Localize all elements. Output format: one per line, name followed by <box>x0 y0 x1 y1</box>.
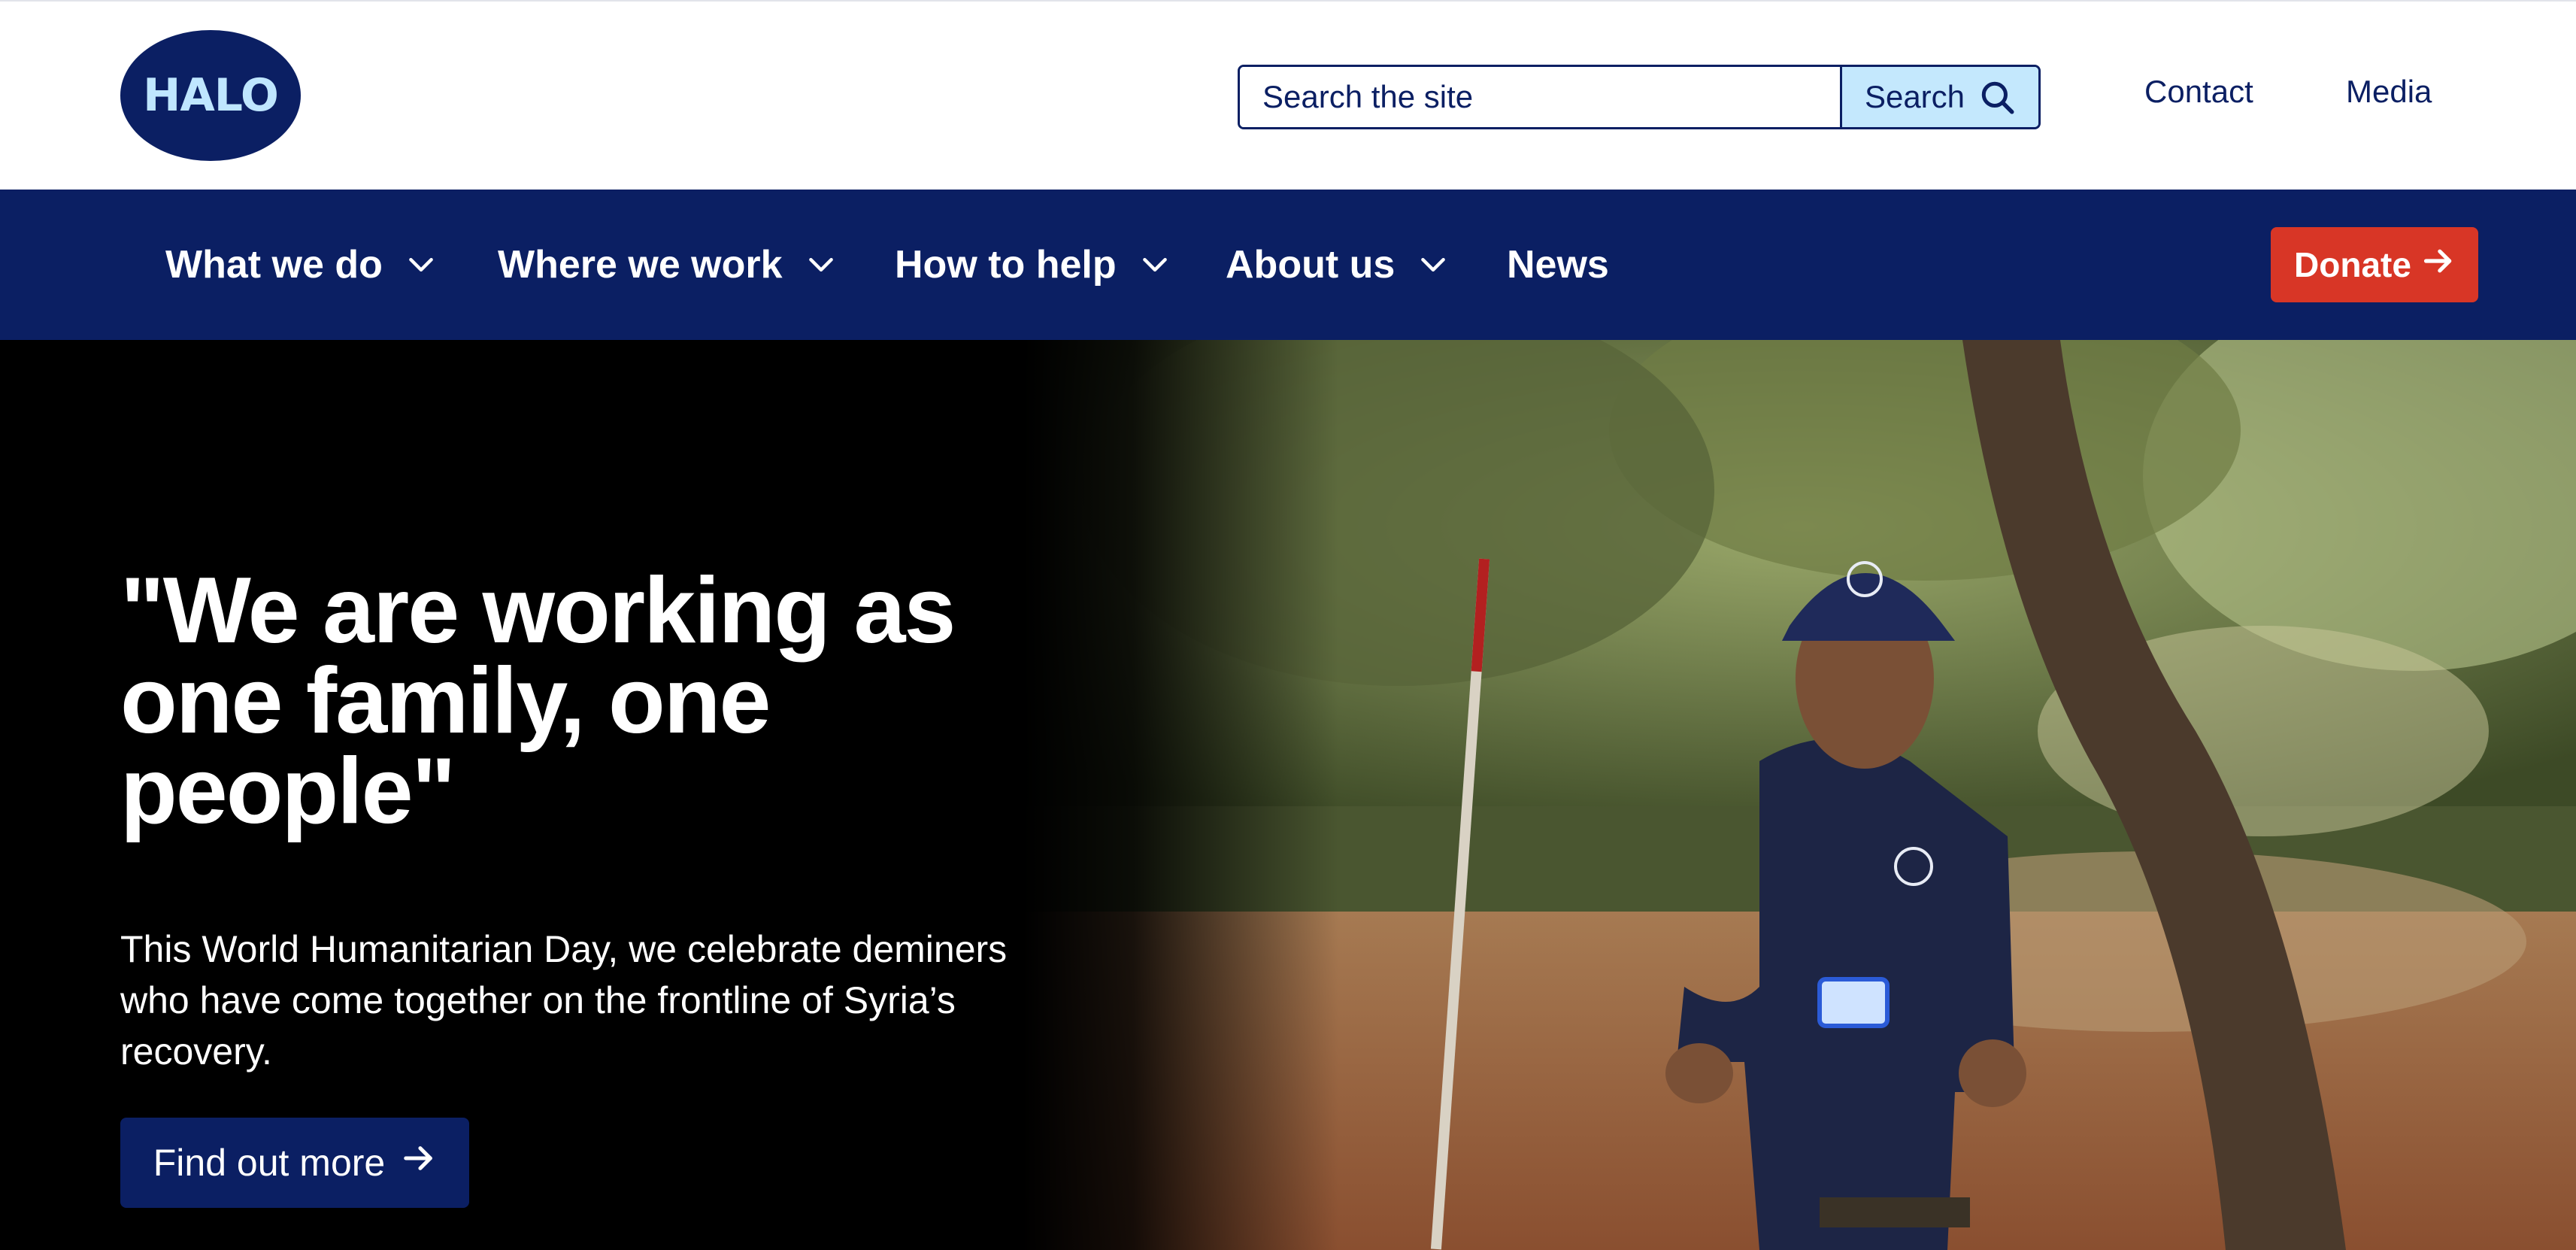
chevron-down-icon <box>1420 256 1446 273</box>
halo-logo[interactable]: HALO <box>120 30 301 161</box>
search-input[interactable] <box>1240 67 1840 127</box>
chevron-down-icon <box>408 256 434 273</box>
hero-banner: "We are working as one family, one peopl… <box>0 340 2576 1250</box>
media-link[interactable]: Media <box>2346 74 2432 110</box>
search-button-label: Search <box>1864 79 1965 114</box>
donate-label: Donate <box>2294 245 2411 284</box>
nav-item-label: How to help <box>895 243 1117 287</box>
arrow-right-icon <box>402 1141 436 1185</box>
logo-text: HALO <box>143 69 279 122</box>
nav-item-how-to-help[interactable]: How to help <box>895 190 1168 340</box>
nav-item-what-we-do[interactable]: What we do <box>165 190 434 340</box>
chevron-down-icon <box>808 256 834 273</box>
site-search: Search <box>1238 65 2041 129</box>
search-button[interactable]: Search <box>1840 67 2038 127</box>
chevron-down-icon <box>1142 256 1168 273</box>
contact-link[interactable]: Contact <box>2144 74 2253 110</box>
nav-item-label: News <box>1507 243 1609 287</box>
cta-label: Find out more <box>153 1142 386 1184</box>
arrow-right-icon <box>2422 244 2455 286</box>
nav-item-news[interactable]: News <box>1507 190 1609 340</box>
nav-item-about-us[interactable]: About us <box>1226 190 1446 340</box>
nav-item-label: What we do <box>165 243 383 287</box>
donate-button[interactable]: Donate <box>2271 227 2478 302</box>
hero-body: This World Humanitarian Day, we celebrat… <box>120 928 1008 1073</box>
top-header: HALO Search Contact Media <box>0 0 2576 190</box>
hero-heading: "We are working as one family, one peopl… <box>120 559 956 843</box>
nav-item-label: About us <box>1226 243 1396 287</box>
search-icon <box>1978 78 2016 116</box>
find-out-more-button[interactable]: Find out more <box>120 1118 469 1208</box>
nav-item-label: Where we work <box>498 243 783 287</box>
nav-item-where-we-work[interactable]: Where we work <box>498 190 834 340</box>
main-nav: What we do Where we work How to help Abo… <box>0 190 2576 340</box>
hero-fade-overlay <box>1023 340 1338 1250</box>
